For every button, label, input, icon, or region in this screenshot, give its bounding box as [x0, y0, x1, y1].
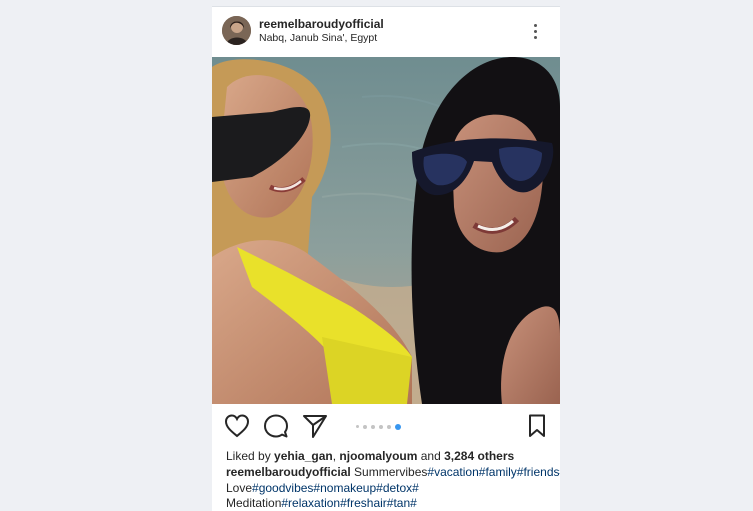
hashtag-link[interactable]: #vacation — [427, 465, 478, 479]
hashtag-link[interactable]: #goodvibes — [252, 481, 313, 495]
carousel-dot — [356, 425, 359, 428]
likes-count-link[interactable]: 3,284 others — [444, 449, 514, 463]
liker-link[interactable]: yehia_gan — [274, 449, 333, 463]
hashtag-link[interactable]: #freshair — [340, 496, 387, 510]
post-photo[interactable] — [212, 57, 560, 404]
likes-prefix: Liked by — [226, 449, 275, 463]
action-bar — [212, 404, 560, 448]
hashtag-link[interactable]: #nomakeup — [313, 481, 376, 495]
likes-summary: Liked by yehia_gan, njoomalyoum and 3,28… — [226, 449, 514, 463]
carousel-dot — [363, 425, 367, 429]
paper-plane-icon — [303, 415, 327, 438]
caption-line: Love#goodvibes#nomakeup#detox# — [226, 481, 556, 497]
caption-text: Love — [226, 480, 253, 495]
caption-line: reemelbaroudyofficial Summervibes#vacati… — [226, 465, 560, 481]
caption-text: Meditation — [226, 496, 282, 510]
carousel-dot-active — [395, 424, 401, 430]
carousel-dot — [379, 425, 383, 429]
likes-and: and — [417, 449, 445, 463]
hashtag-link[interactable]: #relaxation — [281, 496, 340, 510]
comment-button[interactable] — [263, 413, 289, 439]
share-button[interactable] — [302, 413, 328, 439]
post-caption: reemelbaroudyofficial Summervibes#vacati… — [226, 465, 560, 511]
hashtag-link[interactable]: # — [412, 481, 419, 495]
avatar[interactable] — [222, 16, 251, 45]
post-card: reemelbaroudyofficial Nabq, Janub Sina',… — [212, 6, 560, 511]
save-button[interactable] — [524, 413, 550, 439]
caption-author[interactable]: reemelbaroudyofficial — [226, 465, 351, 479]
more-vertical-icon — [534, 24, 537, 27]
caption-text: Summervibes — [350, 465, 428, 479]
hashtag-link[interactable]: # — [560, 465, 561, 479]
heart-icon — [224, 414, 250, 438]
liker-link[interactable]: njoomalyoum — [339, 449, 417, 463]
hashtag-link[interactable]: #friends — [517, 465, 560, 479]
carousel-dot — [371, 425, 375, 429]
more-options-button[interactable] — [528, 21, 544, 43]
hashtag-link[interactable]: #family — [479, 465, 517, 479]
comment-bubble-icon — [264, 414, 288, 438]
hashtag-link[interactable]: #tan — [387, 496, 410, 510]
hashtag-link[interactable]: # — [410, 496, 417, 510]
caption-line: Meditation#relaxation#freshair#tan# — [226, 496, 556, 511]
hashtag-link[interactable]: #detox — [376, 481, 412, 495]
post-username[interactable]: reemelbaroudyofficial — [259, 17, 384, 31]
bookmark-icon — [529, 414, 545, 437]
post-location[interactable]: Nabq, Janub Sina', Egypt — [259, 32, 377, 44]
post-header: reemelbaroudyofficial Nabq, Janub Sina',… — [212, 7, 560, 57]
carousel-dot — [387, 425, 391, 429]
like-button[interactable] — [224, 413, 250, 439]
